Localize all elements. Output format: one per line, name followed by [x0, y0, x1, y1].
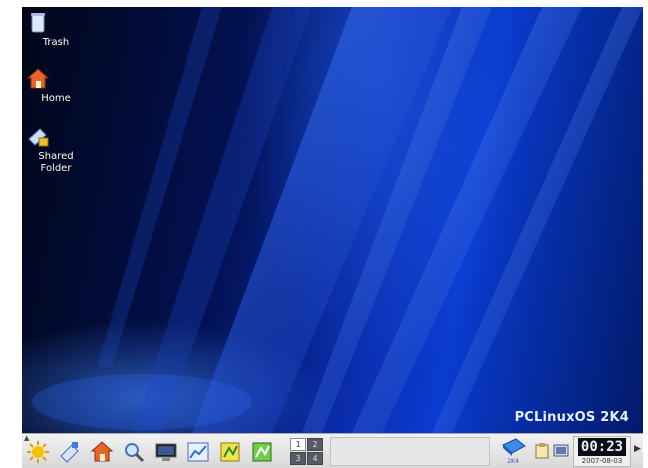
os-brand-text: PCLinuxOS 2K4 — [514, 410, 629, 425]
clock-widget[interactable]: 00:23 2007-08-03 — [573, 436, 631, 467]
terminal-wizard-icon[interactable] — [58, 440, 82, 464]
tray-expand-arrow-icon[interactable]: ▶ — [634, 444, 642, 458]
clock-date: 2007-08-03 — [581, 457, 623, 465]
pager-desktop-2[interactable]: 2 — [307, 438, 323, 451]
clipboard-icon[interactable] — [534, 442, 552, 460]
shared-folder-icon — [28, 125, 68, 149]
desktop-icon-label: Trash — [42, 37, 70, 48]
home-folder-icon[interactable] — [90, 440, 114, 464]
taskbar: ▲ 1 2 3 4 2K4 00:23 2007-08-03 ▶ — [22, 433, 643, 468]
network-icon[interactable] — [552, 442, 570, 460]
chart-tool-icon[interactable] — [186, 440, 210, 464]
desktop-pager: 1 2 3 4 — [290, 438, 324, 466]
pclinuxos-icon — [502, 438, 526, 456]
desktop-screen: Trash Home Shared Folder PCLinuxOS 2K4 ▲… — [22, 7, 643, 468]
pager-desktop-3[interactable]: 3 — [290, 452, 306, 465]
kde-menu-icon[interactable] — [26, 440, 50, 464]
desktop-icon-shared-folder[interactable]: Shared Folder — [26, 125, 86, 175]
task-list[interactable] — [330, 437, 490, 466]
tray-os-label: 2K4 — [507, 458, 519, 465]
wallpaper-streaks — [32, 7, 643, 433]
desktop-icon-label: Shared Folder — [38, 151, 74, 174]
tray-os-widget[interactable]: 2K4 — [496, 437, 530, 467]
pager-desktop-1[interactable]: 1 — [290, 438, 306, 451]
clock-time: 00:23 — [578, 438, 626, 456]
notepad-icon[interactable] — [218, 440, 242, 464]
spreadsheet-icon[interactable] — [250, 440, 274, 464]
desktop-wallpaper[interactable]: Trash Home Shared Folder PCLinuxOS 2K4 — [22, 7, 643, 433]
pager-desktop-4[interactable]: 4 — [307, 452, 323, 465]
search-icon[interactable] — [122, 440, 146, 464]
desktop-icon-label: Home — [41, 93, 71, 104]
desktop-icon-home[interactable]: Home — [26, 67, 86, 105]
home-icon — [26, 67, 68, 91]
trash-icon — [31, 11, 68, 35]
desktop-icon-trash[interactable]: Trash — [26, 11, 86, 49]
monitor-icon[interactable] — [154, 440, 178, 464]
